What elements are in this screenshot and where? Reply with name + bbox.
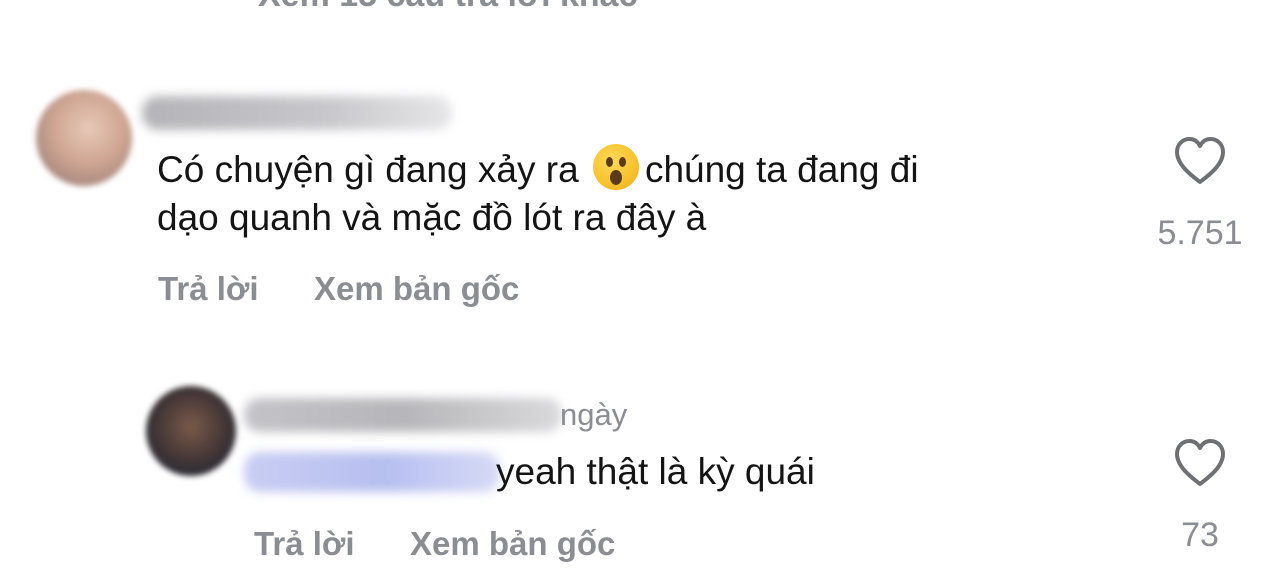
reply-button[interactable]: Trả lời (254, 525, 355, 563)
avatar[interactable] (146, 386, 236, 476)
username-blurred[interactable] (142, 96, 452, 130)
comment-text-part: chúng ta đang đi (644, 149, 919, 190)
mention-blurred[interactable] (244, 452, 500, 492)
avatar[interactable] (36, 90, 132, 186)
reply-button[interactable]: Trả lời (158, 270, 259, 308)
comment-text: Có chuyện gì đang xảy ra chúng ta đang đ… (157, 144, 919, 195)
comment-text-line: dạo quanh và mặc đồ lót ra đây à (157, 197, 707, 238)
hushed-face-emoji-icon (592, 144, 639, 190)
timestamp: ngày (560, 397, 628, 432)
heart-outline-icon[interactable] (1173, 136, 1227, 186)
comment-text: yeah thật là kỳ quái (496, 451, 815, 492)
like-count: 73 (1181, 516, 1219, 554)
view-more-replies-link[interactable]: Xem 15 câu trả lời khác (258, 0, 637, 15)
see-original-button[interactable]: Xem bản gốc (314, 270, 519, 308)
like-count: 5.751 (1157, 214, 1243, 252)
heart-outline-icon[interactable] (1173, 438, 1227, 488)
comment-text-part: Có chuyện gì đang xảy ra (157, 149, 579, 190)
username-blurred[interactable] (244, 398, 562, 432)
see-original-button[interactable]: Xem bản gốc (410, 525, 615, 563)
